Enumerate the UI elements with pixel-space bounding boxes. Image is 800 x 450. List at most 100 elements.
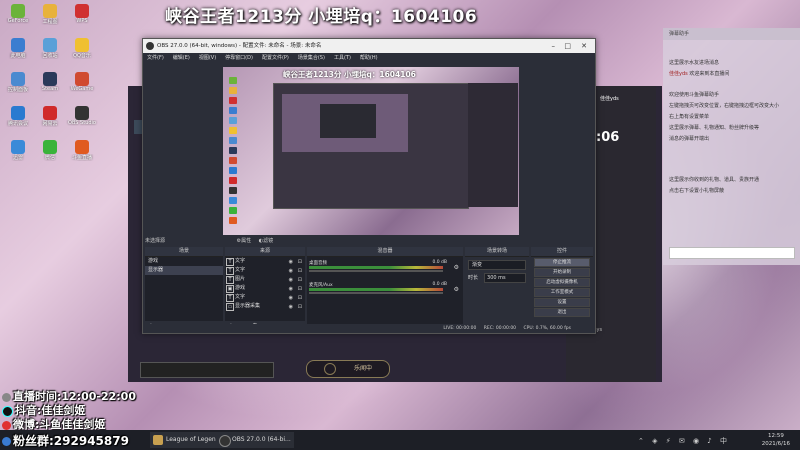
transitions-dock: 场景转场 渐变 时长 300 ms (465, 247, 529, 331)
transition-duration: 时长 300 ms (468, 273, 527, 283)
volume-slider[interactable] (309, 270, 443, 272)
desktop-icon[interactable]: Steam (34, 72, 66, 92)
game-chat-input[interactable] (140, 362, 274, 378)
preview-mini-icon (229, 107, 237, 114)
desktop-icon[interactable]: 工程图 (34, 4, 66, 25)
close-icon[interactable]: ✕ (581, 39, 587, 53)
gear-icon[interactable]: ⚙ (454, 286, 459, 293)
desktop-icon[interactable]: 迅雷 (2, 140, 34, 161)
chat-text: 欢迎来到本直播间 (689, 71, 730, 77)
weibo-icon (2, 420, 11, 430)
preview-mini-icon (229, 167, 237, 174)
mixer-db: 0.0 dB (432, 282, 447, 287)
desktop-icon-label: 回收站 (42, 53, 58, 59)
duration-input[interactable]: 300 ms (484, 273, 527, 283)
transition-select[interactable]: 渐变 (468, 260, 526, 270)
app-icon (75, 106, 89, 120)
obs-menubar: 文件(F) 编辑(E) 视图(V) 停靠窗口(D) 配置文件(P) 场景集合(S) 工具(T… (143, 53, 595, 63)
desktop-icon[interactable]: GeForce (2, 4, 34, 24)
control-button[interactable]: 设置 (534, 298, 590, 307)
mixer-row: 麦克风/Aux 0.0 dB ⚙ (309, 282, 461, 294)
source-type-icon: T (226, 258, 234, 266)
obs-menu-item[interactable]: 工具(T) (334, 55, 351, 61)
source-item[interactable]: T 文字 ◉ ⊡ (225, 293, 305, 302)
mixer-spacer (307, 295, 463, 303)
desktop-icon[interactable]: 网易云 (34, 106, 66, 127)
control-button[interactable]: 退出 (534, 308, 590, 317)
desktop-icon[interactable]: QQ音乐 (66, 38, 98, 59)
game-play-button[interactable]: 乐闻中 (306, 360, 390, 378)
desktop-icon[interactable]: 控制面板 (2, 72, 34, 93)
taskbar-item-label: League of Legends (166, 436, 223, 443)
desktop-icon[interactable]: OBS Studio (66, 106, 98, 126)
preview-mini-icon (229, 117, 237, 124)
source-type-icon: T (226, 294, 234, 302)
desktop-icon[interactable]: 回收站 (34, 38, 66, 59)
obs-menu-item[interactable]: 视图(V) (199, 55, 216, 61)
preview-mini-icon (229, 137, 237, 144)
desktop-icon[interactable]: 腾讯会议 (2, 106, 34, 127)
filters-button[interactable]: ◐滤镜 (259, 238, 273, 244)
sources-dock: 来源 T文字◉⊡T文字◉⊡T图片◉⊡▣游戏◉⊡T文字◉⊡▭显示器采集◉⊡ +−⚙… (225, 247, 305, 331)
source-item[interactable]: T 图片 ◉ ⊡ (225, 275, 305, 284)
source-item[interactable]: ▭ 显示器采集 ◉ ⊡ (225, 302, 305, 311)
obs-preview[interactable]: 峡谷王者1213分 小埋培q：1604106 (223, 67, 519, 235)
minimize-icon[interactable]: – (552, 39, 556, 53)
douyin-icon (2, 405, 13, 417)
maximize-icon[interactable]: □ (564, 39, 571, 53)
obs-menu-item[interactable]: 帮助(H) (360, 55, 378, 61)
gear-icon[interactable]: ⚙ (454, 264, 459, 271)
app-icon (11, 140, 25, 154)
preview-mini-icon (229, 97, 237, 104)
source-type-icon: ▣ (226, 285, 234, 293)
obs-menu-item[interactable]: 配置文件(P) (262, 55, 289, 61)
source-label: 图片 (235, 276, 246, 282)
desktop-icon[interactable]: 此电脑 (2, 38, 34, 59)
control-button[interactable]: 工作室模式 (534, 288, 590, 297)
taskbar-item-lol[interactable]: League of Legends (150, 432, 226, 448)
source-type-icon: ▭ (226, 303, 234, 311)
chat-input[interactable] (669, 247, 795, 259)
obs-menu-item[interactable]: 停靠窗口(D) (225, 55, 253, 61)
danmu-assistant-panel: 弹幕助手 这里展示水友进场消息 佳佳yds 欢迎来到本直播间 欢迎使用斗鱼弹幕助… (663, 28, 800, 265)
app-icon (75, 140, 89, 154)
obs-window: OBS 27.0.0 (64-bit, windows) - 配置文件: 未命名… (142, 38, 596, 334)
mixer-db: 0.0 dB (432, 260, 447, 265)
chat-header: 弹幕助手 (663, 28, 800, 40)
duration-label: 时长 (468, 275, 479, 281)
source-item[interactable]: T 文字 ◉ ⊡ (225, 266, 305, 275)
obs-menu-item[interactable]: 编辑(E) (173, 55, 190, 61)
scenes-list: 游戏 显示器 (145, 257, 223, 321)
obs-titlebar: OBS 27.0.0 (64-bit, windows) - 配置文件: 未命名… (143, 39, 595, 53)
system-tray[interactable]: ⌃ ◈ ⚡ ✉ ◉ ♪ 中 (638, 436, 730, 446)
control-button[interactable]: 停止推流 (534, 258, 590, 267)
preview-mini-icon (229, 197, 237, 204)
clock-date: 2021/6/16 (761, 441, 790, 447)
eye-icon[interactable]: ◉ (289, 303, 293, 312)
taskbar-item-obs[interactable]: OBS 27.0.0 (64-bi... (216, 432, 294, 448)
controls-header: 控件 (531, 247, 593, 257)
scene-item[interactable]: 显示器 (145, 266, 223, 275)
desktop-icon[interactable]: 斗鱼直播 (66, 140, 98, 161)
volume-meter (309, 266, 443, 269)
desktop-icon[interactable]: 微信 (34, 140, 66, 161)
source-item[interactable]: T 文字 ◉ ⊡ (225, 257, 305, 266)
obs-menu-item[interactable]: 文件(F) (147, 55, 164, 61)
preview-mini-icon (229, 187, 237, 194)
desktop-icon-label: 斗鱼直播 (71, 155, 92, 161)
scene-item[interactable]: 游戏 (145, 257, 223, 266)
obs-statusbar: LIVE: 00:00:00 REC: 00:00:00 CPU: 0.7%, … (143, 324, 595, 333)
desktop-icon[interactable]: WPS (66, 4, 98, 24)
chat-line: 这里展示弹幕、礼物通知、粉丝牌升级等 (669, 125, 760, 131)
obs-menu-item[interactable]: 场景集合(S) (298, 55, 325, 61)
preview-mini-icon (229, 147, 237, 154)
volume-slider[interactable] (309, 292, 443, 294)
taskbar-clock[interactable]: 12:59 2021/6/16 (762, 432, 790, 448)
lock-icon[interactable]: ⊡ (298, 303, 302, 312)
source-item[interactable]: ▣ 游戏 ◉ ⊡ (225, 284, 305, 293)
control-button[interactable]: 启动虚拟摄像机 (534, 278, 590, 287)
properties-button[interactable]: ⚙属性 (237, 238, 252, 244)
source-label: 文字 (235, 267, 246, 273)
desktop-icon[interactable]: WeGame (66, 72, 98, 92)
control-button[interactable]: 开始录制 (534, 268, 590, 277)
